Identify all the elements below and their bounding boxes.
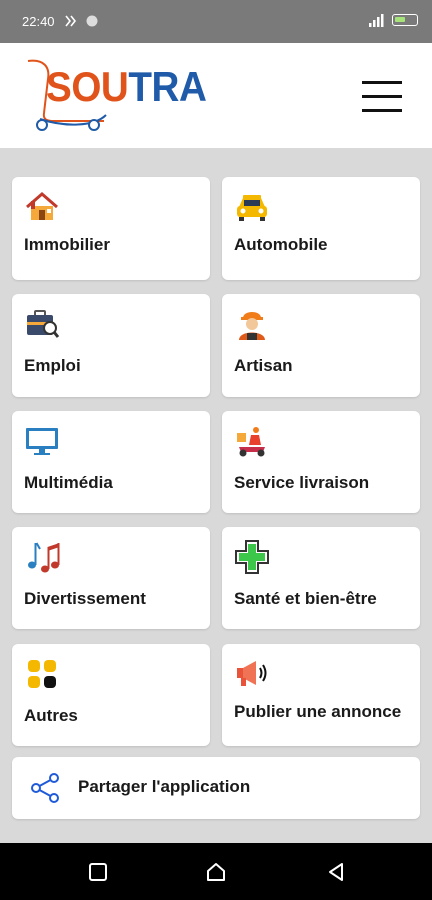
category-card-service-livraison[interactable]: Service livraison: [222, 411, 420, 513]
logo-text-sou: SOU: [46, 63, 129, 110]
category-card-publier-annonce[interactable]: Publier une annonce: [222, 644, 420, 746]
logo-text-tra: TRA: [128, 63, 207, 110]
signal-icon: [369, 14, 384, 27]
worker-icon: [239, 312, 265, 340]
category-card-emploi[interactable]: Emploi: [12, 294, 210, 397]
category-card-automobile[interactable]: Automobile: [222, 177, 420, 280]
category-label: Divertissement: [24, 589, 146, 608]
music-notes-icon: [28, 542, 60, 573]
delivery-scooter-icon: [237, 427, 265, 457]
category-card-divertissement[interactable]: Divertissement: [12, 527, 210, 629]
category-card-artisan[interactable]: Artisan: [222, 294, 420, 397]
briefcase-icon: [27, 310, 60, 338]
category-card-immobilier[interactable]: Immobilier: [12, 177, 210, 280]
megaphone-icon: [237, 661, 267, 686]
notification-icon: [65, 15, 77, 27]
category-label: Automobile: [234, 235, 328, 254]
share-app-label: Partager l'application: [78, 777, 251, 796]
soutra-logo: SOUTRA: [24, 57, 207, 137]
category-card-autres[interactable]: Autres: [12, 644, 210, 746]
share-icon: [31, 773, 59, 803]
car-icon: [237, 195, 267, 221]
category-label: Emploi: [24, 356, 81, 375]
category-label: Artisan: [234, 356, 293, 375]
android-nav-bar: [0, 843, 432, 900]
recent-apps-icon[interactable]: [87, 861, 109, 883]
status-bar: 22:40: [0, 0, 432, 43]
category-label: Autres: [24, 706, 78, 725]
category-label: Immobilier: [24, 235, 110, 254]
category-card-sante[interactable]: Santé et bien-être: [222, 527, 420, 629]
medical-cross-icon: [235, 540, 269, 574]
category-label: Santé et bien-être: [234, 589, 377, 608]
logo-text: SOUTRA: [46, 63, 207, 111]
house-icon: [26, 192, 58, 220]
app-header: SOUTRA: [0, 43, 432, 148]
hamburger-menu-icon[interactable]: [362, 81, 402, 113]
home-icon[interactable]: [205, 861, 227, 883]
share-app-button[interactable]: Partager l'application: [12, 757, 420, 819]
category-label: Multimédia: [24, 473, 113, 492]
circle-icon: [86, 15, 98, 27]
category-label: Publier une annonce: [234, 702, 402, 721]
status-time: 22:40: [22, 14, 55, 29]
back-icon[interactable]: [325, 861, 347, 883]
four-dots-icon: [28, 660, 56, 688]
category-card-multimedia[interactable]: Multimédia: [12, 411, 210, 513]
monitor-icon: [26, 428, 58, 455]
category-label: Service livraison: [234, 473, 370, 492]
battery-icon: [392, 14, 418, 26]
